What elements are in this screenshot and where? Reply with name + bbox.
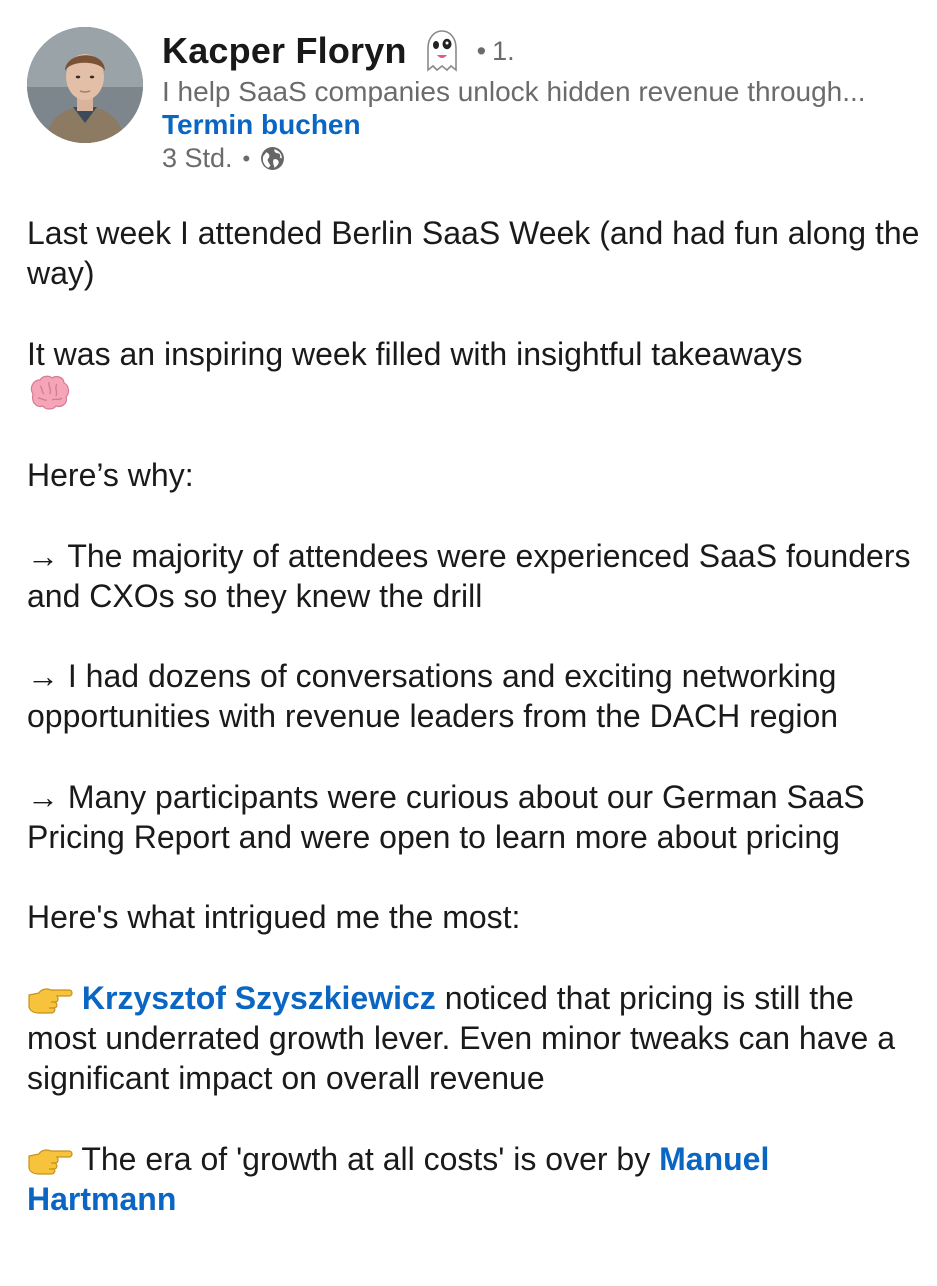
book-appointment-link[interactable]: Termin buchen [162,109,361,141]
linkedin-post: Kacper Floryn • 1. I help SaaS companies … [0,0,937,1286]
bullet-attendees: → The majority of attendees were experie… [27,537,911,614]
paragraph-intrigued: Here's what intrigued me the most: [27,899,521,936]
post-timestamp: 3 Std. [162,143,233,173]
highlight-growth-text: The era of 'growth at all costs' is over… [73,1140,660,1177]
highlight-growth-era: The era of 'growth at all costs' is over… [27,1139,922,1219]
author-name[interactable]: Kacper Floryn [162,30,407,72]
post-meta: 3 Std. • [162,143,285,174]
highlight-pricing-lever: Krzysztof Szyszkiewicz noticed that pric… [27,978,922,1099]
pointing-right-emoji-icon [27,1146,73,1176]
paragraph-heres-why: Here’s why: [27,457,194,494]
author-name-row: Kacper Floryn • 1. [162,28,515,74]
paragraph-inspiring-text: It was an inspiring week filled with ins… [27,335,803,372]
post-body: Last week I attended Berlin SaaS Week (a… [27,213,922,1259]
paragraph-intro: Last week I attended Berlin SaaS Week (a… [27,215,920,292]
author-avatar[interactable] [27,27,143,143]
bullet-pricing-report: → Many participants were curious about o… [27,778,865,855]
paragraph-inspiring: It was an inspiring week filled with ins… [27,334,922,415]
avatar-photo [27,27,143,143]
degree-label: 1. [492,35,515,66]
pointing-right-emoji-icon [27,985,73,1015]
brain-emoji-icon [27,374,71,412]
globe-icon [260,146,285,171]
ghost-icon [419,28,465,74]
mention-krzysztof[interactable]: Krzysztof Szyszkiewicz [82,980,436,1016]
bullet-conversations: → I had dozens of conversations and exci… [27,658,839,735]
meta-separator: • [242,145,251,171]
connection-degree: • 1. [476,35,515,66]
author-headline[interactable]: I help SaaS companies unlock hidden reve… [162,76,922,108]
